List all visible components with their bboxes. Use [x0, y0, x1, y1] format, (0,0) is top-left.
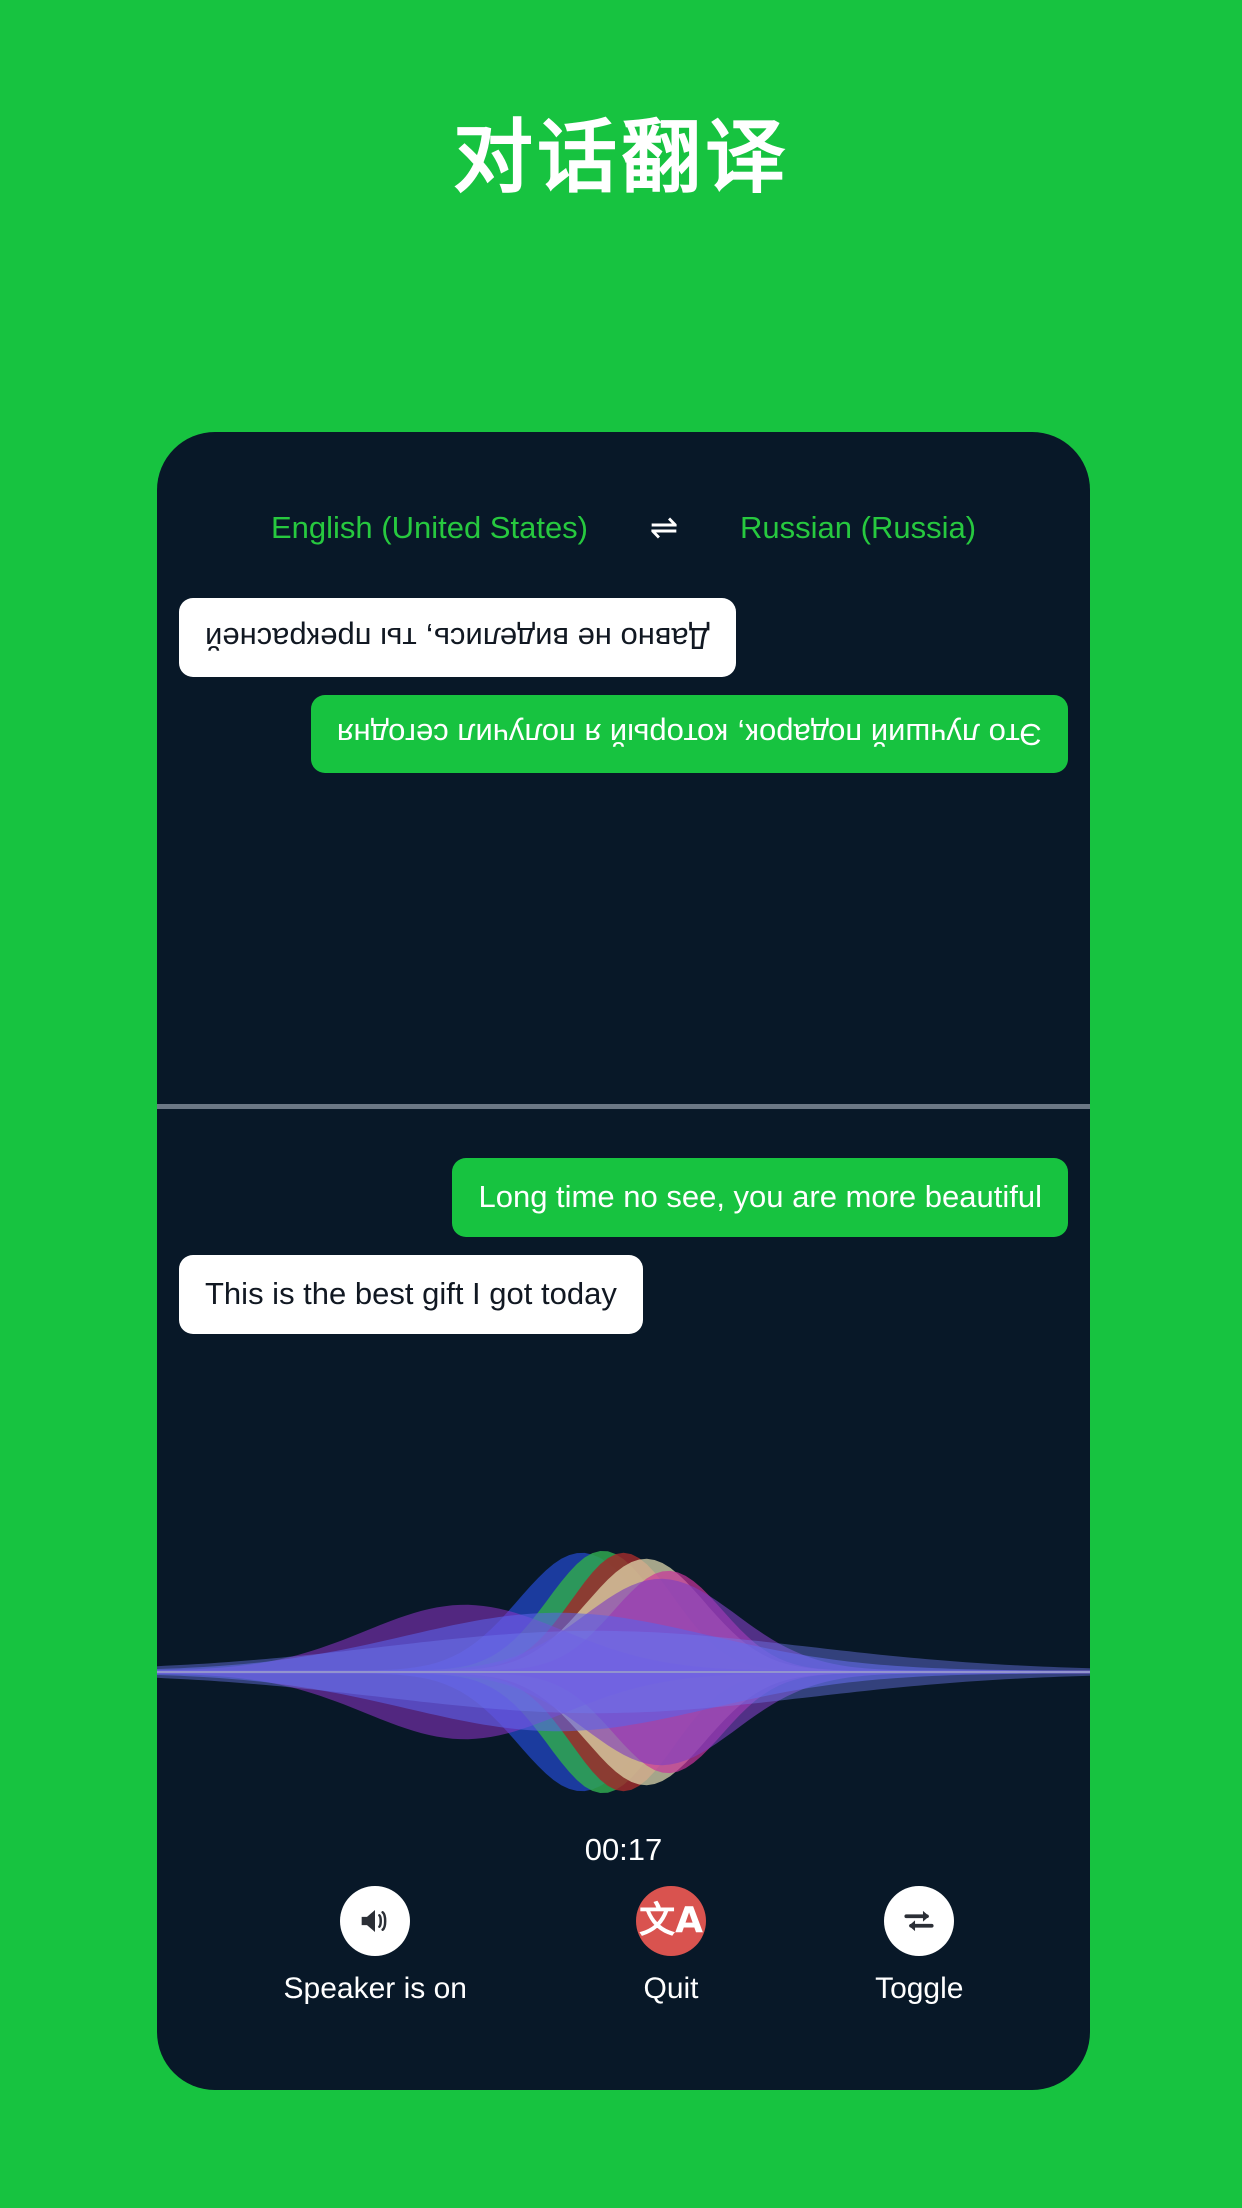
recording-timer: 00:17	[584, 1832, 663, 1867]
message-row: Давно не виделись, ты прекрасней	[179, 598, 1068, 677]
quit-button[interactable]: 文A Quit	[636, 1886, 707, 2006]
toggle-button-label: Toggle	[875, 1972, 964, 2005]
message-row: Long time no see, you are more beautiful	[179, 1158, 1068, 1237]
local-message-bubble[interactable]: Long time no see, you are more beautiful	[452, 1158, 1068, 1237]
swap-arrows-icon[interactable]: ⇌	[644, 511, 684, 545]
quit-button-label: Quit	[643, 1972, 699, 2005]
speaker-button[interactable]: Speaker is on	[284, 1886, 467, 2006]
speaker-button-circle[interactable]	[340, 1886, 411, 1956]
speaker-on-icon	[361, 1910, 387, 1932]
translate-icon: 文A	[639, 1900, 703, 1941]
control-bar: Speaker is on 文A Quit Toggle	[157, 1886, 1090, 2006]
audio-waveform-visualizer	[157, 1522, 1090, 1822]
source-language-selector[interactable]: English (United States)	[271, 510, 588, 546]
remote-message-bubble[interactable]: Это лучший подарок, который я получил се…	[310, 694, 1068, 774]
message-row: This is the best gift I got today	[179, 1254, 1068, 1334]
message-row: Это лучший подарок, который я получил се…	[179, 694, 1068, 774]
remote-message-bubble[interactable]: Давно не виделись, ты прекрасней	[179, 598, 736, 677]
remote-conversation-pane: Это лучший подарок, который я получил се…	[157, 580, 1090, 1104]
phone-device: English (United States) ⇌ Russian (Russi…	[157, 432, 1090, 2090]
waveform-svg	[157, 1551, 1090, 1793]
language-selector-bar: English (United States) ⇌ Russian (Russi…	[157, 510, 1090, 546]
local-message-bubble[interactable]: This is the best gift I got today	[179, 1254, 643, 1334]
repeat-toggle-icon	[904, 1910, 934, 1932]
speaker-button-label: Speaker is on	[283, 1972, 467, 2005]
local-conversation-pane: Long time no see, you are more beautiful…	[157, 1134, 1090, 1494]
toggle-button[interactable]: Toggle	[875, 1886, 963, 2006]
pane-divider	[157, 1104, 1090, 1109]
quit-button-circle[interactable]: 文A	[636, 1886, 707, 1956]
waveform-baseline	[157, 1671, 1090, 1673]
toggle-button-circle[interactable]	[884, 1886, 955, 1956]
target-language-selector[interactable]: Russian (Russia)	[740, 510, 976, 546]
page-title: 对话翻译	[453, 111, 789, 204]
